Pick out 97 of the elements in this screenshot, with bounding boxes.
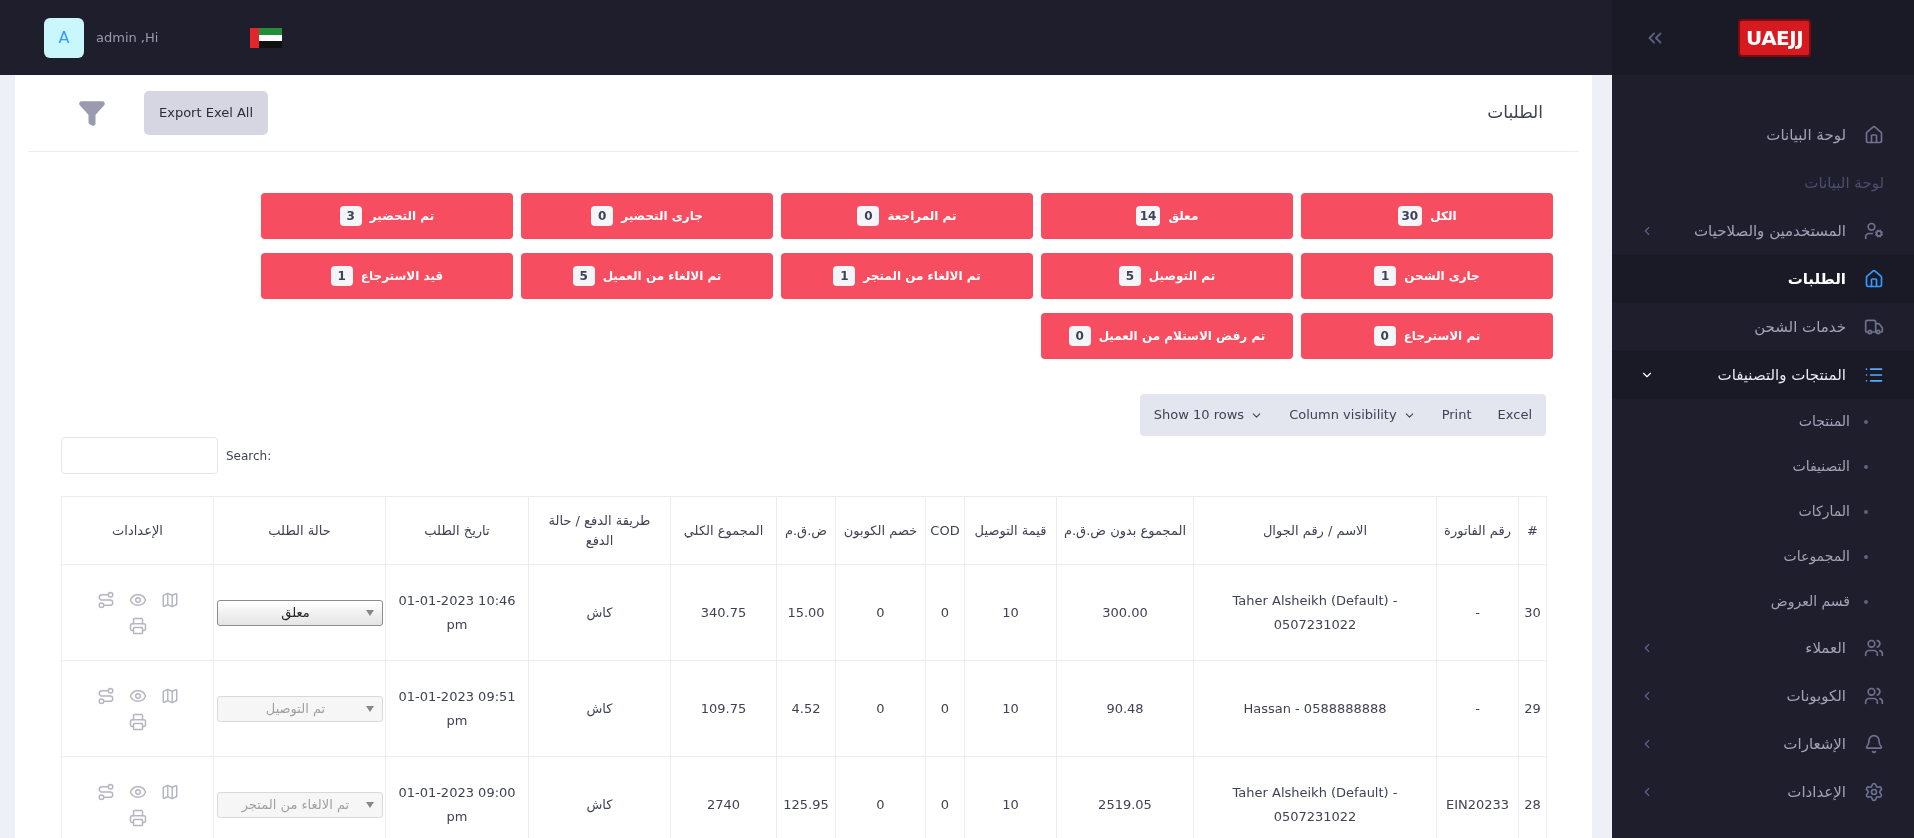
count-badge: 5 [1118, 266, 1141, 286]
submenu-item[interactable]: قسم العروض [1612, 579, 1914, 624]
dropdown-button[interactable]: Column visibility [1289, 405, 1416, 425]
count-badge: 1 [833, 266, 856, 286]
table-cell: 0 [925, 660, 965, 757]
column-header[interactable]: حالة الطلب [213, 496, 386, 565]
home-icon [1864, 125, 1884, 145]
count-badge: 3 [339, 206, 362, 226]
table-cell: 300.00 [1056, 564, 1194, 661]
sidebar-item[interactable]: لوحة البيانات [1612, 111, 1914, 159]
column-header[interactable]: المجموع الكلي [670, 496, 777, 565]
column-header[interactable]: قيمة التوصيل [964, 496, 1057, 565]
table-cell: 0 [835, 660, 926, 757]
submenu-item[interactable]: التصنيفات [1612, 444, 1914, 489]
count-badge: 0 [857, 206, 880, 226]
table-cell: 4.52 [776, 660, 836, 757]
route-icon[interactable] [96, 590, 115, 609]
bell-icon [1864, 734, 1884, 754]
users-gear-icon [1864, 221, 1884, 241]
count-badge: 0 [1068, 326, 1091, 346]
count-badge: 1 [1374, 266, 1397, 286]
search-field[interactable] [61, 437, 218, 474]
table-cell: 29 [1518, 660, 1547, 757]
route-icon[interactable] [96, 686, 115, 705]
toolbar-button[interactable]: Excel [1497, 405, 1532, 425]
printer-icon[interactable] [128, 712, 147, 731]
sidebar-item[interactable]: الطلبات [1612, 255, 1914, 303]
dropdown-button[interactable]: Show 10 rows [1153, 405, 1264, 425]
column-header[interactable]: رقم الفاتورة [1436, 496, 1519, 565]
table-cell: - [1436, 564, 1519, 661]
table-cell: 10 [964, 564, 1057, 661]
submenu-item[interactable]: الماركات [1612, 489, 1914, 534]
map-icon[interactable] [160, 782, 179, 801]
column-header[interactable]: طريقة الدفع / حالة الدفع [528, 496, 671, 565]
greeting: admin ,Hi [96, 28, 159, 47]
map-icon[interactable] [160, 590, 179, 609]
table-cell: Taher Alsheikh (Default) - 0507231022 [1193, 564, 1437, 661]
table-cell: 10 [964, 660, 1057, 757]
submenu-item[interactable]: المجموعات [1612, 534, 1914, 579]
page-title: الطلبات [1487, 101, 1543, 125]
table-cell: Hassan - 0588888888 [1193, 660, 1437, 757]
home-icon [1864, 269, 1884, 289]
flag-icon[interactable] [250, 25, 283, 50]
column-header[interactable]: تاريخ الطلب [385, 496, 529, 565]
table-cell: 0 [925, 564, 965, 661]
table-cell: - [1436, 660, 1519, 757]
truck-icon [1864, 317, 1884, 337]
table-cell: 10:46 01-01-2023 pm [385, 564, 529, 661]
table-cell: 109.75 [670, 660, 777, 757]
column-header[interactable]: خصم الكوبون [835, 496, 926, 565]
table-cell: 0 [835, 564, 926, 661]
list-icon [1864, 365, 1884, 385]
route-icon[interactable] [96, 782, 115, 801]
count-badge: 30 [1397, 206, 1423, 226]
table-cell: 15.00 [776, 564, 836, 661]
logo: UAEJJ [1738, 18, 1812, 57]
column-header[interactable]: # [1518, 496, 1547, 565]
sidebar-item[interactable]: المستخدمين والصلاحيات [1612, 207, 1914, 255]
map-icon[interactable] [160, 686, 179, 705]
count-badge: 1 [330, 266, 353, 286]
gears-icon [1864, 782, 1884, 802]
export-button[interactable]: Export Exel All [144, 91, 269, 135]
column-header[interactable]: الإعدادات [61, 496, 214, 565]
count-badge: 14 [1135, 206, 1161, 226]
caret-icon [365, 609, 374, 616]
column-header[interactable]: المجموع بدون ض.ق.م [1056, 496, 1194, 565]
sidebar-item[interactable]: الإعدادات [1612, 768, 1914, 816]
table-cell: 09:51 01-01-2023 pm [385, 660, 529, 757]
table-cell: 28 [1518, 756, 1547, 838]
toolbar-button[interactable]: Print [1441, 405, 1472, 425]
printer-icon[interactable] [128, 808, 147, 827]
table-cell: 90.48 [1056, 660, 1194, 757]
status-dropdown[interactable]: معلق [216, 599, 383, 626]
column-header[interactable]: الاسم / رقم الجوال [1193, 496, 1437, 565]
sidebar-item[interactable]: الإشعارات [1612, 720, 1914, 768]
users-icon [1864, 686, 1884, 706]
table-cell: كاش [528, 564, 671, 661]
sidebar-item[interactable]: المنتجات والتصنيفات [1612, 351, 1914, 399]
column-header[interactable]: COD [925, 496, 965, 565]
count-badge: 0 [1373, 326, 1396, 346]
table-cell: 340.75 [670, 564, 777, 661]
table-cell: كاش [528, 660, 671, 757]
users-icon [1864, 638, 1884, 658]
sidebar-item[interactable]: الكوبونات [1612, 672, 1914, 720]
count-badge: 0 [591, 206, 614, 226]
caret-icon [365, 705, 374, 712]
printer-icon[interactable] [128, 616, 147, 635]
sidebar-item[interactable]: العملاء [1612, 624, 1914, 672]
caret-icon [365, 801, 374, 808]
count-badge: 5 [572, 266, 595, 286]
submenu-item[interactable]: المنتجات [1612, 399, 1914, 444]
column-header[interactable]: ض.ق.م [776, 496, 836, 565]
sidebar-item[interactable]: خدمات الشحن [1612, 303, 1914, 351]
section-heading: لوحة البيانات [1804, 172, 1884, 194]
filter-icon[interactable] [78, 99, 106, 127]
search-label: Search: [226, 447, 272, 465]
table-cell: 30 [1518, 564, 1547, 661]
